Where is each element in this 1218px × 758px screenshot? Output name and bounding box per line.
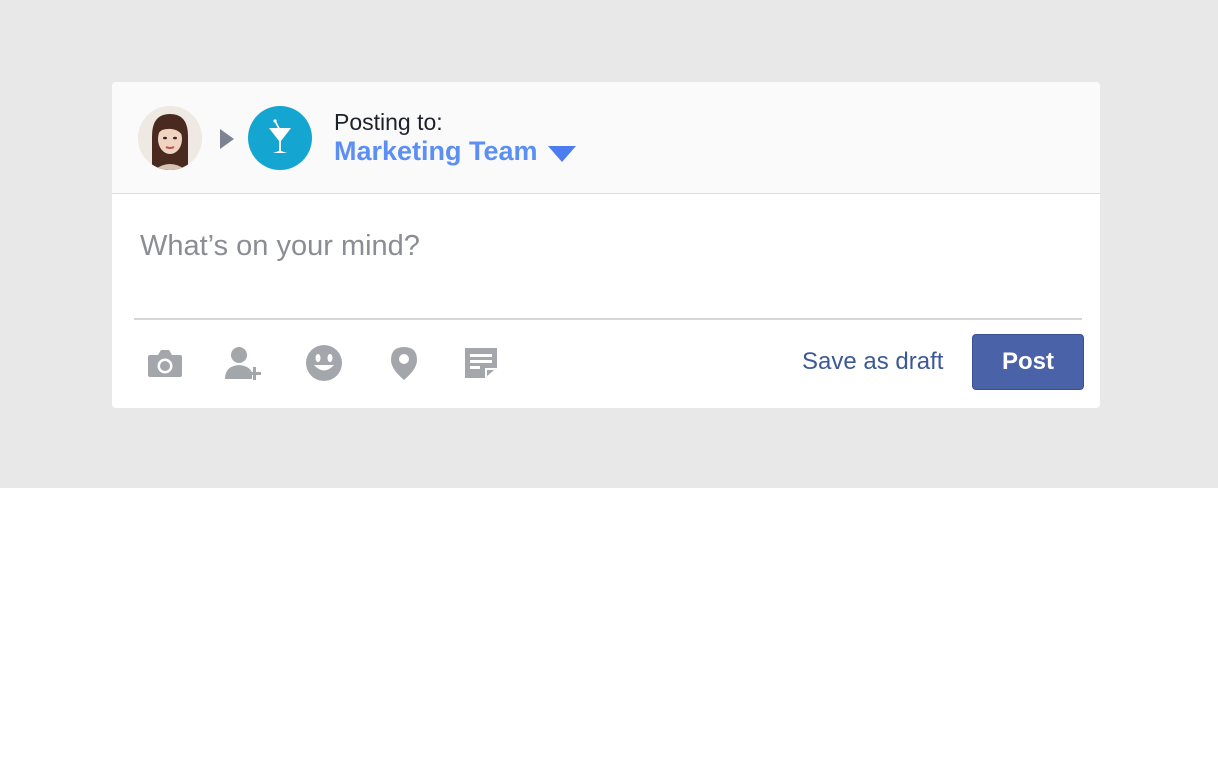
post-composer: Posting to: Marketing Team What’s on you… (112, 82, 1100, 408)
save-draft-link[interactable]: Save as draft (802, 348, 943, 376)
posting-arrow-icon (220, 129, 234, 149)
location-icon[interactable] (381, 340, 427, 386)
audience-selector[interactable]: Marketing Team (334, 136, 576, 167)
status-input[interactable] (134, 206, 1086, 286)
composer-header: Posting to: Marketing Team (112, 82, 1100, 194)
avatar[interactable] (138, 106, 202, 170)
posting-to-label: Posting to: (334, 109, 443, 135)
camera-icon[interactable] (142, 340, 188, 386)
cocktail-group-icon[interactable] (248, 106, 312, 170)
divider (134, 318, 1082, 320)
note-icon[interactable] (458, 340, 504, 386)
audience-name: Marketing Team (334, 136, 538, 166)
emoji-icon[interactable] (301, 340, 347, 386)
tag-people-icon[interactable] (222, 340, 268, 386)
caret-down-icon (547, 145, 576, 162)
post-button[interactable]: Post (972, 334, 1084, 390)
